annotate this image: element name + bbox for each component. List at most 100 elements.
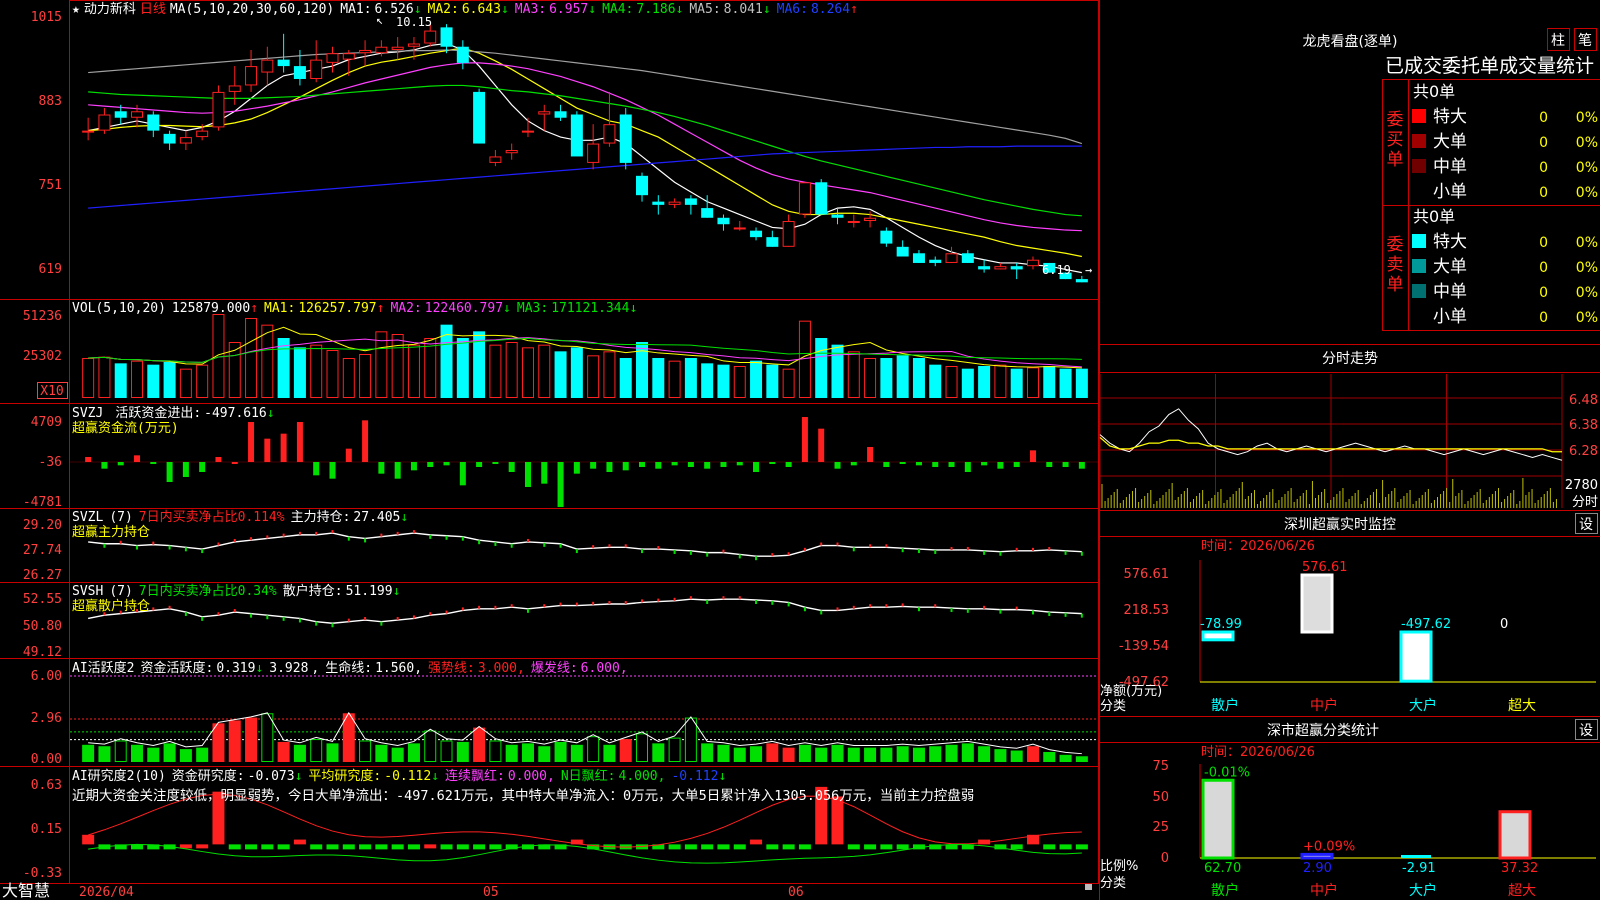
sell-row-name: 小单	[1433, 307, 1467, 327]
ai1-bar	[961, 743, 974, 762]
dragon-side-labels: 委买单委卖单	[1387, 110, 1404, 295]
buy-row-count: 0	[1539, 135, 1548, 151]
price-tick-1015: 1015	[31, 10, 62, 25]
volume-bar	[114, 363, 127, 398]
classify-value-label: 2.90	[1303, 861, 1332, 876]
svzj-bar	[997, 462, 1004, 469]
svzj-bar	[264, 438, 271, 462]
ai1-bar	[636, 733, 649, 762]
ai1-bar	[407, 743, 420, 762]
volume-bar	[847, 351, 860, 399]
ai2-bar	[407, 844, 420, 850]
ma4-value: 7.186	[636, 2, 675, 17]
volume-bar	[864, 358, 877, 398]
candle-body	[521, 130, 534, 133]
classify-bars: 62.70 -0.01% 散户 2.90 +0.09% 中户 -2.91 大户 37.32 超大	[1199, 764, 1596, 899]
candle	[245, 49, 258, 92]
candle-body	[196, 130, 209, 138]
volume-bar	[326, 350, 339, 398]
ai2-v3: 0.000	[508, 769, 547, 784]
candle-body	[407, 43, 420, 47]
candle-body	[391, 46, 404, 50]
candle-body	[636, 175, 649, 196]
sell-side-label: 卖	[1387, 255, 1404, 275]
candle	[636, 172, 649, 202]
svzl-tick-top: 29.20	[23, 518, 62, 533]
svzj-bar	[329, 462, 336, 479]
candle	[619, 108, 632, 170]
ai1-bar	[228, 720, 241, 762]
candle	[880, 227, 893, 247]
svsh-tick-bottom: 49.12	[23, 645, 62, 660]
price-high-label: 10.15	[396, 15, 432, 29]
svzl-arrow: ↓	[400, 510, 408, 525]
svzj-bar	[736, 462, 743, 466]
svsh-name: SVSH	[72, 584, 103, 599]
svzl-name: SVZL	[72, 510, 103, 525]
ai2-tick-bottom: -0.33	[23, 866, 62, 881]
buy-swatch	[1412, 134, 1426, 148]
ai1-bar	[521, 743, 534, 762]
classify-tick-0: 0	[1161, 851, 1169, 866]
ai1-bar	[798, 744, 811, 762]
ma6-label: MA6:	[777, 2, 808, 17]
classify-category-label: 超大	[1508, 883, 1536, 899]
volume-bar	[929, 364, 942, 398]
candle	[179, 130, 192, 150]
volume-bar	[701, 363, 714, 398]
svzj-bar	[573, 462, 580, 474]
ai1-bar	[326, 743, 339, 762]
ai2-bar	[864, 844, 877, 850]
candle-body	[880, 230, 893, 244]
ai1-bar	[717, 744, 730, 762]
monitor-category-label: 超大	[1508, 698, 1536, 714]
monitor-bar-1	[1300, 573, 1334, 634]
ai1-v1: 0.319	[216, 661, 255, 676]
volume-bar	[310, 344, 323, 398]
svzj-bar	[362, 420, 369, 462]
buy-side-label: 单	[1387, 150, 1404, 170]
candle-body	[896, 246, 909, 257]
volume-bar	[619, 358, 632, 398]
candle	[212, 85, 225, 131]
date-label-may: 05	[483, 885, 499, 900]
classify-category-label: 散户	[1211, 882, 1239, 899]
monitor-category-label: 大户	[1409, 697, 1437, 714]
candle-body	[98, 114, 111, 131]
candle-body	[473, 91, 486, 144]
ai1-bar	[847, 747, 860, 762]
classify-value-label: 37.32	[1501, 861, 1538, 876]
monitor-time: 2026/06/26	[1240, 539, 1315, 554]
classify-tick-50: 50	[1152, 790, 1169, 805]
ai2-bar	[798, 844, 811, 850]
svsh-value: 51.199	[346, 584, 393, 599]
ai2-bar	[261, 844, 274, 850]
volume-bar	[1026, 367, 1039, 399]
monitor-xlabel: 分类	[1100, 699, 1126, 714]
ai1-bar	[912, 747, 925, 762]
buy-side-label: 买	[1387, 130, 1404, 150]
ai1-bar	[570, 744, 583, 762]
candle	[521, 117, 534, 138]
candle	[570, 111, 583, 157]
monitor-bars: -78.99 散户 576.61 中户 -497.62 大户 0 超大	[1199, 560, 1596, 714]
ai2-tick-top: 0.63	[31, 778, 62, 793]
ai1-bar	[277, 741, 290, 762]
svzj-bar	[785, 462, 792, 467]
svsh-sub: 超赢散户持仓	[72, 598, 150, 614]
ai2-label4: N日飘红:	[561, 768, 616, 784]
monitor-value-label: 0	[1500, 617, 1508, 632]
volume-bar	[912, 358, 925, 398]
candle	[896, 240, 909, 257]
monitor-category-label: 中户	[1310, 697, 1338, 714]
candle-body	[798, 182, 811, 215]
svzj-tick-bottom: -4781	[23, 495, 62, 510]
lock-icon[interactable]	[1085, 884, 1092, 890]
svzj-bar	[655, 462, 662, 469]
candle-body	[114, 111, 127, 118]
svzj-bar	[1029, 450, 1036, 462]
candle	[684, 195, 697, 215]
candle-body	[82, 130, 95, 133]
candle-body	[945, 253, 958, 263]
svzj-bar	[199, 462, 206, 472]
